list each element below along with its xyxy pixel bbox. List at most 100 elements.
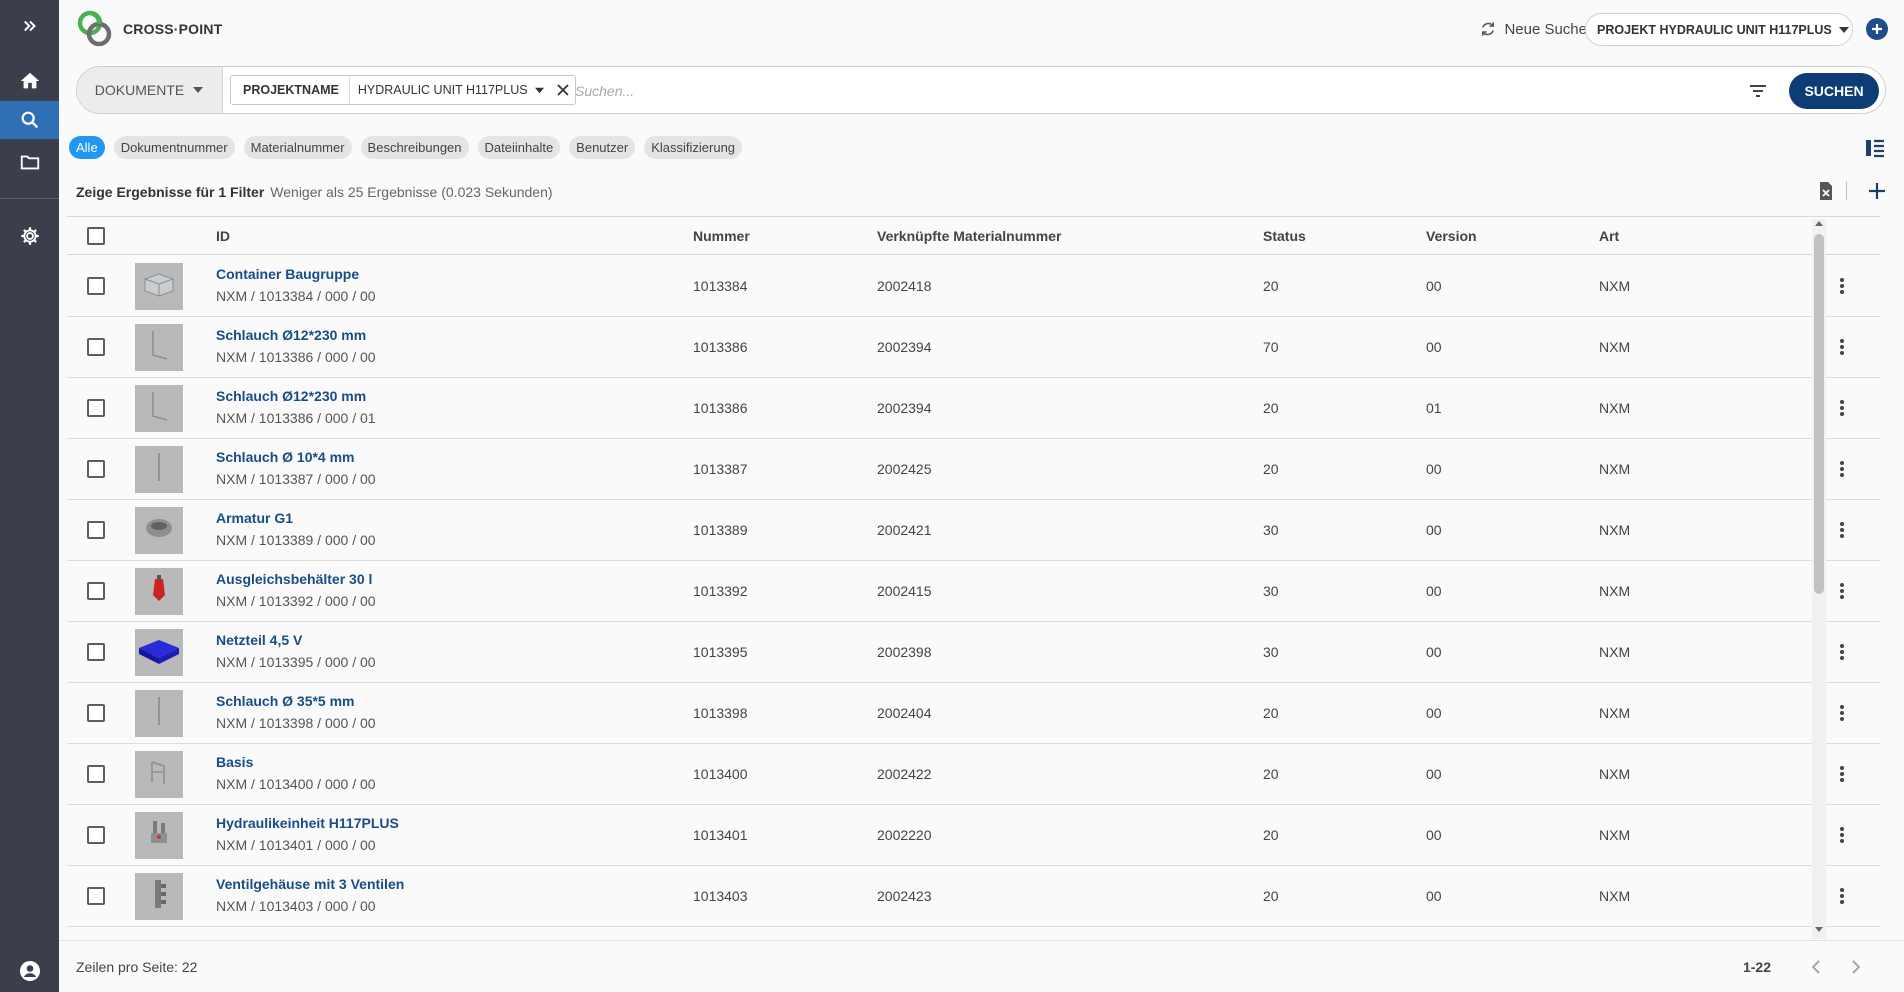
table-row[interactable]: Armatur G1 NXM / 1013389 / 000 / 00 101338…	[67, 500, 1880, 561]
header-version[interactable]: Version	[1426, 228, 1477, 244]
row-material: 2002398	[877, 644, 932, 660]
table-row[interactable]: Schlauch Ø12*230 mm NXM / 1013386 / 000 /…	[67, 317, 1880, 378]
row-menu-button[interactable]	[1832, 702, 1852, 724]
document-type-select[interactable]: DOKUMENTE	[77, 67, 223, 113]
row-checkbox[interactable]	[87, 399, 105, 417]
row-menu-button[interactable]	[1832, 763, 1852, 785]
part-thumbnail[interactable]	[135, 446, 183, 493]
row-status: 20	[1263, 278, 1279, 294]
row-title[interactable]: Ventilgehäuse mit 3 Ventilen	[216, 876, 404, 892]
row-checkbox[interactable]	[87, 826, 105, 844]
part-preview-icon	[139, 325, 179, 370]
project-select[interactable]: PROJEKT HYDRAULIC UNIT H117PLUS	[1585, 13, 1853, 46]
chip-klassifizierung[interactable]: Klassifizierung	[644, 136, 743, 159]
part-thumbnail[interactable]	[135, 873, 183, 920]
rows-per-page[interactable]: Zeilen pro Seite: 22	[76, 959, 197, 975]
nav-settings[interactable]	[0, 217, 59, 255]
excel-export-icon[interactable]	[1815, 180, 1837, 202]
row-menu-button[interactable]	[1832, 580, 1852, 602]
row-title[interactable]: Schlauch Ø12*230 mm	[216, 327, 366, 343]
row-title[interactable]: Schlauch Ø 10*4 mm	[216, 449, 355, 465]
search-button[interactable]: SUCHEN	[1789, 73, 1879, 109]
nav-search[interactable]	[0, 101, 59, 139]
part-thumbnail[interactable]	[135, 263, 183, 310]
remove-filter-button[interactable]	[551, 76, 575, 104]
nav-folder[interactable]	[0, 143, 59, 181]
row-menu-button[interactable]	[1832, 275, 1852, 297]
chip-beschreibungen[interactable]: Beschreibungen	[360, 136, 469, 159]
table-row[interactable]: Basis NXM / 1013400 / 000 / 00 1013400 2002…	[67, 744, 1880, 805]
nav-account[interactable]	[0, 952, 59, 990]
filter-value-select[interactable]: HYDRAULIC UNIT H117PLUS	[350, 76, 551, 104]
table-row[interactable]: Schlauch Ø 10*4 mm NXM / 1013387 / 000 / …	[67, 439, 1880, 500]
row-id: NXM / 1013398 / 000 / 00	[216, 715, 376, 731]
chip-benutzer[interactable]: Benutzer	[569, 136, 636, 159]
table-row[interactable]: Ventilgehäuse mit 3 Ventilen NXM / 101340…	[67, 866, 1880, 927]
add-icon[interactable]	[1866, 180, 1888, 202]
table-row[interactable]: Schlauch Ø 35*5 mm NXM / 1013398 / 000 / …	[67, 683, 1880, 744]
project-filter-chip[interactable]: PROJEKTNAME HYDRAULIC UNIT H117PLUS	[230, 75, 576, 105]
row-title[interactable]: Ausgleichsbehälter 30 l	[216, 571, 372, 587]
part-thumbnail[interactable]	[135, 812, 183, 859]
part-thumbnail[interactable]	[135, 629, 183, 676]
row-menu-button[interactable]	[1832, 397, 1852, 419]
row-checkbox[interactable]	[87, 887, 105, 905]
chip-dateiinhalte[interactable]: Dateiinhalte	[477, 136, 561, 159]
part-thumbnail[interactable]	[135, 751, 183, 798]
scroll-up-arrow[interactable]	[1815, 221, 1823, 226]
scroll-down-arrow[interactable]	[1815, 927, 1823, 932]
header-status[interactable]: Status	[1263, 228, 1306, 244]
row-title[interactable]: Container Baugruppe	[216, 266, 359, 282]
row-checkbox[interactable]	[87, 765, 105, 783]
filter-options-button[interactable]	[1747, 80, 1769, 102]
add-project-button[interactable]	[1866, 18, 1888, 40]
part-thumbnail[interactable]	[135, 324, 183, 371]
table-row[interactable]: Hydraulikeinheit H117PLUS NXM / 1013401 /…	[67, 805, 1880, 866]
table-row[interactable]: Ausgleichsbehälter 30 l NXM / 1013392 / 0…	[67, 561, 1880, 622]
row-checkbox[interactable]	[87, 582, 105, 600]
chip-alle[interactable]: Alle	[69, 136, 105, 159]
table-row[interactable]: Container Baugruppe NXM / 1013384 / 000 /…	[67, 256, 1880, 317]
row-menu-button[interactable]	[1832, 519, 1852, 541]
row-checkbox[interactable]	[87, 521, 105, 539]
expand-rail-button[interactable]	[0, 7, 59, 45]
row-menu-button[interactable]	[1832, 458, 1852, 480]
table-scrollbar-thumb[interactable]	[1814, 234, 1824, 594]
row-menu-button[interactable]	[1832, 336, 1852, 358]
part-thumbnail[interactable]	[135, 568, 183, 615]
row-title[interactable]: Armatur G1	[216, 510, 293, 526]
table-row[interactable]: Schlauch Ø12*230 mm NXM / 1013386 / 000 /…	[67, 378, 1880, 439]
previous-page-button[interactable]	[1804, 955, 1828, 979]
row-title[interactable]: Schlauch Ø12*230 mm	[216, 388, 366, 404]
row-checkbox[interactable]	[87, 338, 105, 356]
row-checkbox[interactable]	[87, 643, 105, 661]
row-title[interactable]: Schlauch Ø 35*5 mm	[216, 693, 355, 709]
row-checkbox[interactable]	[87, 277, 105, 295]
next-page-button[interactable]	[1844, 955, 1868, 979]
search-input[interactable]	[575, 81, 1695, 101]
row-checkbox[interactable]	[87, 704, 105, 722]
header-art[interactable]: Art	[1599, 228, 1619, 244]
row-title[interactable]: Basis	[216, 754, 253, 770]
row-title[interactable]: Hydraulikeinheit H117PLUS	[216, 815, 399, 831]
part-thumbnail[interactable]	[135, 385, 183, 432]
chip-materialnummer[interactable]: Materialnummer	[243, 136, 352, 159]
row-menu-button[interactable]	[1832, 885, 1852, 907]
part-thumbnail[interactable]	[135, 690, 183, 737]
row-menu-button[interactable]	[1832, 824, 1852, 846]
row-menu-button[interactable]	[1832, 641, 1852, 663]
select-all-checkbox[interactable]	[87, 227, 105, 245]
header-material[interactable]: Verknüpfte Materialnummer	[877, 228, 1061, 244]
new-search-link[interactable]: Neue Suche	[1504, 21, 1587, 38]
row-title[interactable]: Netzteil 4,5 V	[216, 632, 302, 648]
view-toggle-icon[interactable]	[1864, 137, 1886, 159]
refresh-icon[interactable]	[1479, 20, 1497, 38]
row-checkbox[interactable]	[87, 460, 105, 478]
header-id[interactable]: ID	[216, 228, 230, 244]
part-thumbnail[interactable]	[135, 507, 183, 554]
chip-dokumentnummer[interactable]: Dokumentnummer	[113, 136, 235, 159]
header-nummer[interactable]: Nummer	[693, 228, 750, 244]
table-row[interactable]: Netzteil 4,5 V NXM / 1013395 / 000 / 00 10…	[67, 622, 1880, 683]
nav-home[interactable]	[0, 62, 59, 100]
row-art: NXM	[1599, 766, 1631, 782]
